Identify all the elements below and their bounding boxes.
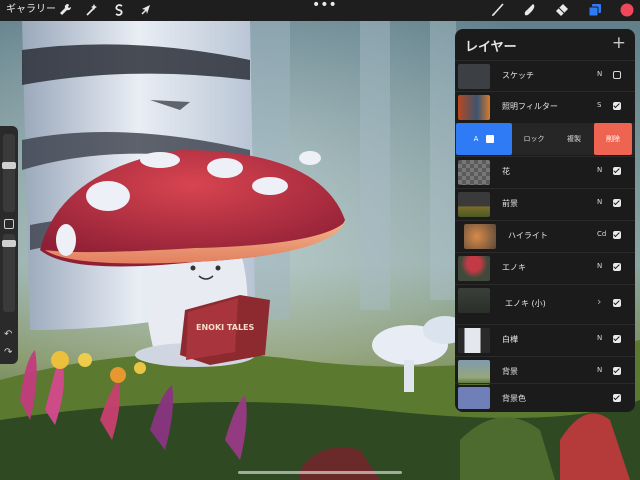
blend-mode[interactable]: N — [597, 262, 602, 270]
blend-mode[interactable]: N — [597, 198, 602, 206]
blend-mode[interactable]: N — [597, 166, 602, 174]
opacity-knob[interactable] — [2, 240, 16, 247]
left-sidebar: ↶ ↷ — [0, 126, 18, 364]
visibility-checkbox[interactable] — [613, 299, 621, 307]
lock-button[interactable]: ロック — [514, 123, 554, 155]
layer-row[interactable]: 照明フィルター S — [455, 91, 635, 123]
layer-row[interactable]: スケッチ N — [455, 60, 635, 92]
layer-thumbnail — [458, 387, 490, 409]
redo-icon[interactable]: ↷ — [4, 348, 12, 358]
blend-mode[interactable]: N — [597, 366, 602, 374]
visibility-checkbox[interactable] — [613, 102, 621, 110]
layer-row[interactable]: 前景 N — [455, 188, 635, 220]
layer-thumbnail — [464, 224, 496, 249]
layer-thumbnail — [458, 95, 490, 120]
modify-button[interactable] — [4, 219, 14, 229]
layer-thumbnail — [458, 192, 490, 217]
brush-icon[interactable] — [490, 2, 506, 18]
layer-name: 背景 — [502, 367, 518, 376]
top-toolbar: ギャラリー ••• — [0, 0, 640, 21]
blend-mode[interactable]: Cd — [597, 230, 606, 238]
layer-options-bar: A ロック 複製 削除 — [455, 123, 635, 155]
layer-group-button[interactable]: A — [456, 123, 512, 155]
book-title-text: ENOKI TALES — [196, 323, 255, 332]
visibility-checkbox[interactable] — [613, 71, 621, 79]
visibility-checkbox[interactable] — [613, 394, 621, 402]
eraser-icon[interactable] — [554, 2, 570, 18]
layer-row[interactable]: ハイライト Cd — [455, 220, 635, 252]
layer-thumbnail — [458, 64, 490, 89]
blend-mode[interactable]: N — [597, 334, 602, 342]
home-indicator[interactable] — [238, 471, 402, 474]
gallery-button[interactable]: ギャラリー — [6, 3, 56, 17]
checkbox-icon[interactable] — [486, 135, 495, 143]
delete-button[interactable]: 削除 — [594, 123, 632, 155]
layer-thumbnail — [458, 256, 490, 281]
s-select-icon[interactable] — [111, 2, 127, 18]
layer-thumbnail — [458, 160, 490, 185]
layer-name: エノキ — [502, 263, 526, 272]
layer-name: スケッチ — [502, 71, 534, 80]
layer-name: ハイライト — [508, 231, 548, 240]
blend-mode[interactable]: S — [597, 101, 601, 109]
layer-name: 照明フィルター — [502, 102, 558, 111]
brush-size-knob[interactable] — [2, 162, 16, 169]
wrench-icon[interactable] — [57, 2, 73, 18]
visibility-checkbox[interactable] — [613, 367, 621, 375]
chevron-right-icon[interactable]: › — [597, 295, 601, 308]
layer-group-row[interactable]: エノキ (小) › — [455, 284, 635, 324]
layers-icon[interactable] — [587, 2, 603, 18]
more-options-button[interactable]: ••• — [312, 0, 337, 13]
visibility-checkbox[interactable] — [613, 231, 621, 239]
visibility-checkbox[interactable] — [613, 263, 621, 271]
duplicate-button[interactable]: 複製 — [554, 123, 594, 155]
visibility-checkbox[interactable] — [613, 335, 621, 343]
blend-mode[interactable]: N — [597, 70, 602, 78]
brush-size-slider[interactable] — [2, 134, 16, 212]
layer-thumbnail — [458, 328, 490, 353]
layers-panel: レイヤー + スケッチ N 照明フィルター S A ロック 複製 削除 花 N … — [455, 29, 635, 412]
add-layer-button[interactable]: + — [612, 33, 626, 53]
layers-title: レイヤー — [465, 40, 517, 55]
layer-name: 背景色 — [502, 394, 526, 403]
visibility-checkbox[interactable] — [613, 167, 621, 175]
layer-row[interactable]: 花 N — [455, 156, 635, 188]
layer-row[interactable]: エノキ N — [455, 252, 635, 284]
opacity-slider[interactable] — [2, 234, 16, 312]
layer-row[interactable]: 背景色 — [455, 383, 635, 412]
layer-thumbnail — [458, 360, 490, 385]
layer-thumbnail — [458, 288, 490, 313]
arrow-cursor-icon[interactable] — [138, 2, 154, 18]
undo-icon[interactable]: ↶ — [4, 330, 12, 340]
layer-name: 花 — [502, 167, 510, 176]
layers-header: レイヤー + — [455, 29, 635, 60]
visibility-checkbox[interactable] — [613, 199, 621, 207]
layer-row[interactable]: 白樺 N — [455, 324, 635, 356]
magic-wand-icon[interactable] — [84, 2, 100, 18]
layer-name: 前景 — [502, 199, 518, 208]
layer-letter: A — [473, 135, 479, 143]
smudge-icon[interactable] — [522, 2, 538, 18]
color-swatch-button[interactable] — [619, 2, 635, 18]
layer-name: 白樺 — [502, 335, 518, 344]
layer-name: エノキ (小) — [505, 299, 546, 308]
